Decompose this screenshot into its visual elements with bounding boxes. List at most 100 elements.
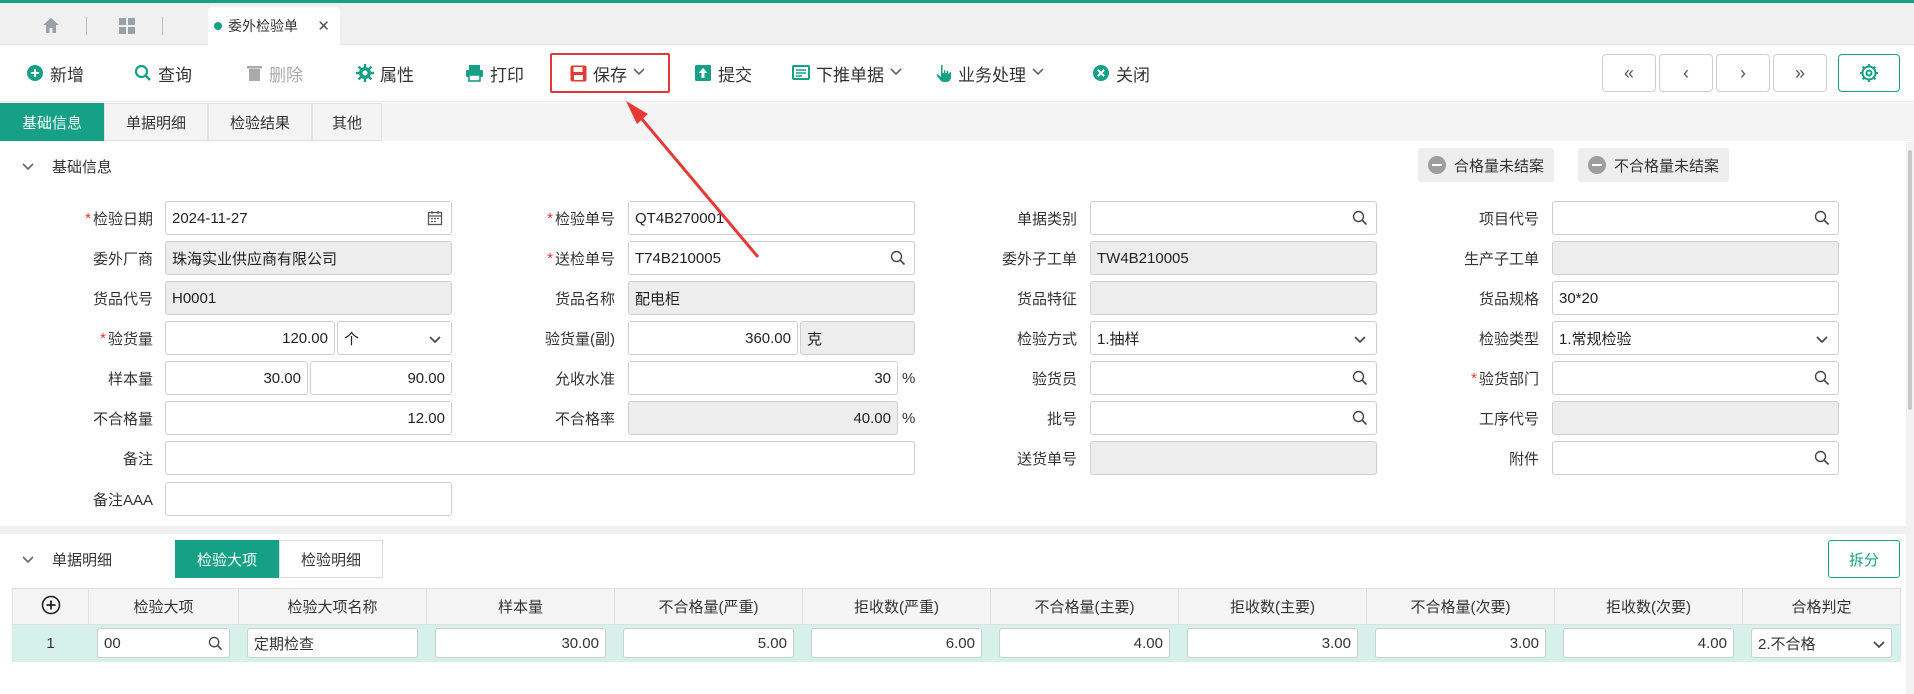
split-button[interactable]: 拆分 bbox=[1828, 540, 1900, 578]
chevron-down-icon[interactable] bbox=[1032, 67, 1044, 79]
item-feature-field bbox=[1090, 281, 1377, 315]
col-header[interactable]: 检验大项 bbox=[88, 588, 239, 625]
search-icon[interactable] bbox=[890, 250, 906, 270]
col-header[interactable]: 检验大项名称 bbox=[238, 588, 427, 625]
defect-severe-cell[interactable]: 5.00 bbox=[614, 624, 803, 662]
batch-no-field[interactable] bbox=[1090, 401, 1377, 435]
inspect-date-field[interactable]: 2024-11-27 bbox=[165, 201, 452, 235]
query-button[interactable]: 查询 bbox=[134, 56, 192, 90]
col-header[interactable]: 不合格量(严重) bbox=[614, 588, 803, 625]
sample-input[interactable]: 30.00 bbox=[435, 628, 606, 658]
inspect-no-field[interactable]: QT4B270001 bbox=[628, 201, 915, 235]
tab-outsource-inspection[interactable]: 委外检验单 ✕ bbox=[208, 7, 340, 45]
send-no-field[interactable]: T74B210005 bbox=[628, 241, 915, 275]
save-button[interactable]: 保存 bbox=[570, 56, 645, 90]
search-icon[interactable] bbox=[1352, 370, 1368, 390]
business-process-button[interactable]: 业务处理 bbox=[936, 56, 1044, 90]
tab-inspection-result[interactable]: 检验结果 bbox=[208, 103, 312, 141]
properties-button[interactable]: 属性 bbox=[356, 56, 414, 90]
send-no-label: * 送检单号 bbox=[547, 249, 615, 268]
toggle-inspection-detail[interactable]: 检验明细 bbox=[279, 540, 383, 578]
search-icon[interactable] bbox=[1814, 370, 1830, 390]
verdict-select[interactable]: 2.不合格 bbox=[1751, 628, 1892, 658]
tab-other[interactable]: 其他 bbox=[312, 103, 382, 141]
sample-qty-field-2[interactable]: 90.00 bbox=[310, 361, 452, 395]
unqualified-not-closed-button[interactable]: 不合格量未结案 bbox=[1578, 148, 1730, 182]
next-record-button[interactable]: › bbox=[1716, 54, 1770, 92]
chevron-down-icon[interactable] bbox=[22, 552, 34, 567]
item-spec-field[interactable]: 30*20 bbox=[1552, 281, 1839, 315]
major-item-input[interactable]: 00 bbox=[97, 628, 230, 658]
first-record-button[interactable]: « bbox=[1602, 54, 1656, 92]
inspector-field[interactable] bbox=[1090, 361, 1377, 395]
verdict-cell[interactable]: 2.不合格 bbox=[1742, 624, 1901, 662]
defect-qty-field[interactable]: 12.00 bbox=[165, 401, 452, 435]
chevron-down-icon[interactable] bbox=[890, 67, 902, 79]
table-row[interactable]: 1 00 定期检查 30.00 5.00 6.00 4.00 3.00 3.00… bbox=[12, 624, 1901, 662]
major-name-cell[interactable]: 定期检查 bbox=[238, 624, 427, 662]
scrollbar-thumb[interactable] bbox=[1908, 150, 1912, 410]
col-header[interactable]: 拒收数(主要) bbox=[1178, 588, 1367, 625]
calendar-icon[interactable] bbox=[427, 210, 443, 230]
attachment-field[interactable] bbox=[1552, 441, 1839, 475]
defect-main-cell[interactable]: 4.00 bbox=[990, 624, 1179, 662]
major-name-input[interactable]: 定期检查 bbox=[247, 628, 418, 658]
major-item-cell[interactable]: 00 bbox=[88, 624, 239, 662]
settings-button[interactable] bbox=[1838, 54, 1900, 92]
accept-level-field[interactable]: 30 bbox=[628, 361, 898, 395]
defect-severe-input[interactable]: 5.00 bbox=[623, 628, 794, 658]
reject-main-input[interactable]: 3.00 bbox=[1187, 628, 1358, 658]
prev-record-button[interactable]: ‹ bbox=[1659, 54, 1713, 92]
reject-minor-cell[interactable]: 4.00 bbox=[1554, 624, 1743, 662]
sample-qty-field-1[interactable]: 30.00 bbox=[165, 361, 308, 395]
qty-field[interactable]: 120.00 bbox=[165, 321, 335, 355]
reject-minor-input[interactable]: 4.00 bbox=[1563, 628, 1734, 658]
qty-sub-field[interactable]: 360.00 bbox=[628, 321, 798, 355]
defect-main-input[interactable]: 4.00 bbox=[999, 628, 1170, 658]
search-icon[interactable] bbox=[208, 636, 223, 655]
reject-severe-cell[interactable]: 6.00 bbox=[802, 624, 991, 662]
document-list-icon bbox=[792, 65, 810, 80]
delete-button[interactable]: 删除 bbox=[246, 56, 303, 90]
remark-field[interactable] bbox=[165, 441, 915, 475]
doc-category-field[interactable] bbox=[1090, 201, 1377, 235]
col-header[interactable]: 样本量 bbox=[426, 588, 615, 625]
col-header[interactable]: 不合格量(次要) bbox=[1366, 588, 1555, 625]
print-button[interactable]: 打印 bbox=[465, 56, 524, 90]
method-select[interactable]: 1.抽样 bbox=[1090, 321, 1377, 355]
remark-aaa-field[interactable] bbox=[165, 482, 452, 516]
col-header[interactable]: 拒收数(严重) bbox=[802, 588, 991, 625]
reject-severe-input[interactable]: 6.00 bbox=[811, 628, 982, 658]
defect-minor-input[interactable]: 3.00 bbox=[1375, 628, 1546, 658]
type-select[interactable]: 1.常规检验 bbox=[1552, 321, 1839, 355]
reject-main-cell[interactable]: 3.00 bbox=[1178, 624, 1367, 662]
home-icon[interactable] bbox=[36, 11, 66, 41]
close-button[interactable]: 关闭 bbox=[1092, 56, 1150, 90]
defect-minor-cell[interactable]: 3.00 bbox=[1366, 624, 1555, 662]
qty-unit-select[interactable]: 个 bbox=[337, 321, 452, 355]
tab-basic-info[interactable]: 基础信息 bbox=[0, 103, 104, 141]
sample-cell[interactable]: 30.00 bbox=[426, 624, 615, 662]
grid-icon[interactable] bbox=[112, 11, 142, 41]
chevron-down-icon bbox=[1873, 636, 1885, 653]
add-button[interactable]: 新增 bbox=[26, 56, 84, 90]
project-code-field[interactable] bbox=[1552, 201, 1839, 235]
search-icon[interactable] bbox=[1352, 210, 1368, 230]
toggle-inspection-major[interactable]: 检验大项 bbox=[175, 540, 279, 578]
col-header[interactable]: 合格判定 bbox=[1742, 588, 1901, 625]
qualified-not-closed-button[interactable]: 合格量未结案 bbox=[1418, 148, 1555, 182]
col-header[interactable]: 拒收数(次要) bbox=[1554, 588, 1743, 625]
push-down-button[interactable]: 下推单据 bbox=[792, 56, 902, 90]
tab-doc-details[interactable]: 单据明细 bbox=[104, 103, 208, 141]
col-header[interactable]: 不合格量(主要) bbox=[990, 588, 1179, 625]
search-icon[interactable] bbox=[1814, 450, 1830, 470]
add-row-icon[interactable] bbox=[12, 588, 89, 625]
search-icon[interactable] bbox=[1814, 210, 1830, 230]
last-record-button[interactable]: » bbox=[1773, 54, 1827, 92]
dept-field[interactable] bbox=[1552, 361, 1839, 395]
chevron-down-icon[interactable] bbox=[22, 159, 34, 174]
chevron-down-icon[interactable] bbox=[633, 67, 645, 79]
search-icon[interactable] bbox=[1352, 410, 1368, 430]
submit-button[interactable]: 提交 bbox=[694, 56, 752, 90]
close-tab-icon[interactable]: ✕ bbox=[317, 17, 330, 35]
